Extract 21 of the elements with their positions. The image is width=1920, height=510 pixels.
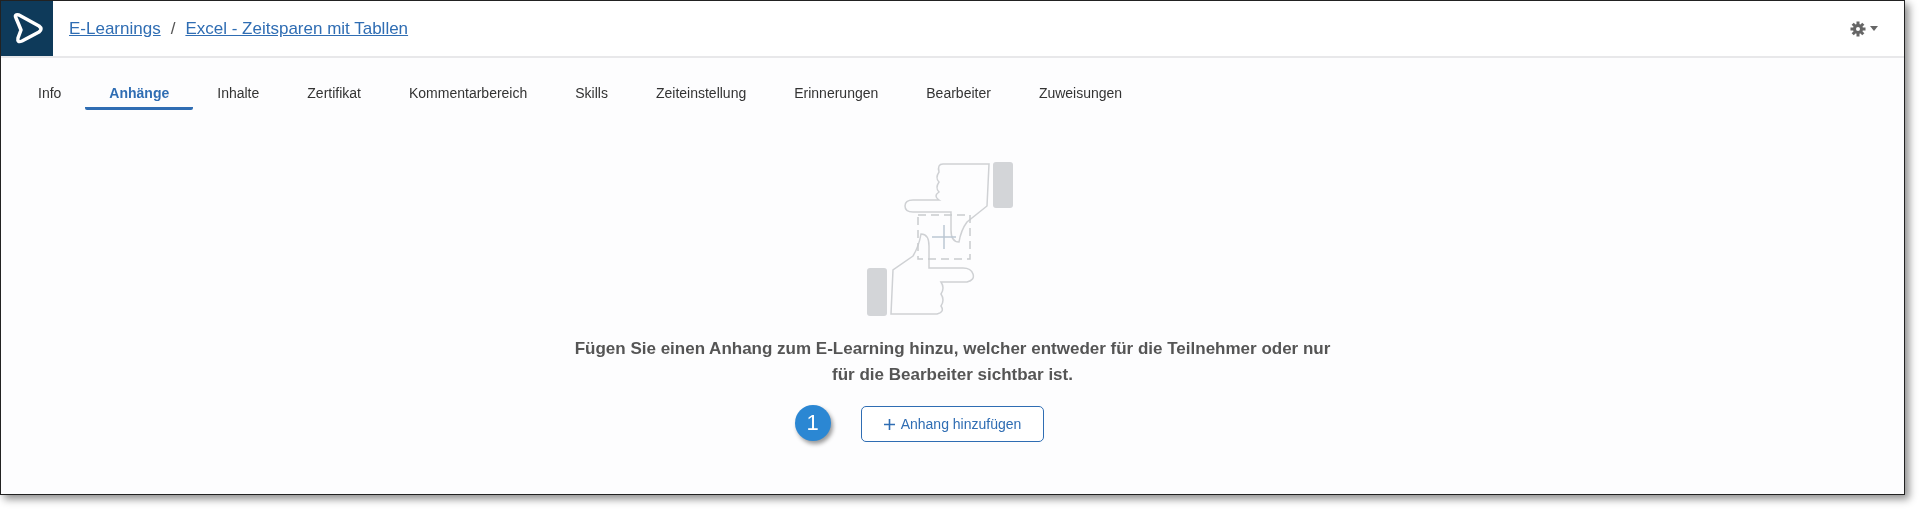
tab[interactable]: Info (14, 78, 86, 110)
breadcrumb-link[interactable]: Excel - Zeitsparen mit Tabllen (185, 18, 409, 39)
breadcrumb-separator: / (170, 18, 176, 39)
tab[interactable]: Kommentarbereich (385, 78, 552, 110)
settings-icon (1850, 20, 1866, 37)
plus-icon (883, 418, 895, 430)
empty-state-message: Fügen Sie einen Anhang zum E-Learning hinzu, welcher entweder für die Teilnehmer oder nur für die Bearbeiter sichtbar ist. (573, 338, 1332, 386)
tab[interactable]: Anhänge (85, 78, 194, 110)
tab[interactable]: Bearbeiter (902, 78, 1015, 110)
tab[interactable]: Skills (551, 78, 632, 110)
tab[interactable]: Zuweisungen (1014, 78, 1147, 110)
app-logo[interactable] (1, 1, 53, 56)
settings-menu[interactable] (1850, 20, 1878, 37)
caret-icon (1870, 26, 1878, 31)
step-callout: 1 (794, 405, 831, 441)
tab[interactable]: Zertifikat (283, 78, 385, 110)
tab[interactable]: Zeiteinstellung (631, 78, 771, 110)
add-attachment-button[interactable]: Anhang hinzufügen (860, 406, 1045, 442)
breadcrumb-link[interactable]: E-Learnings (69, 18, 161, 39)
tab[interactable]: Inhalte (193, 78, 284, 110)
tab[interactable]: Erinnerungen (770, 78, 903, 110)
